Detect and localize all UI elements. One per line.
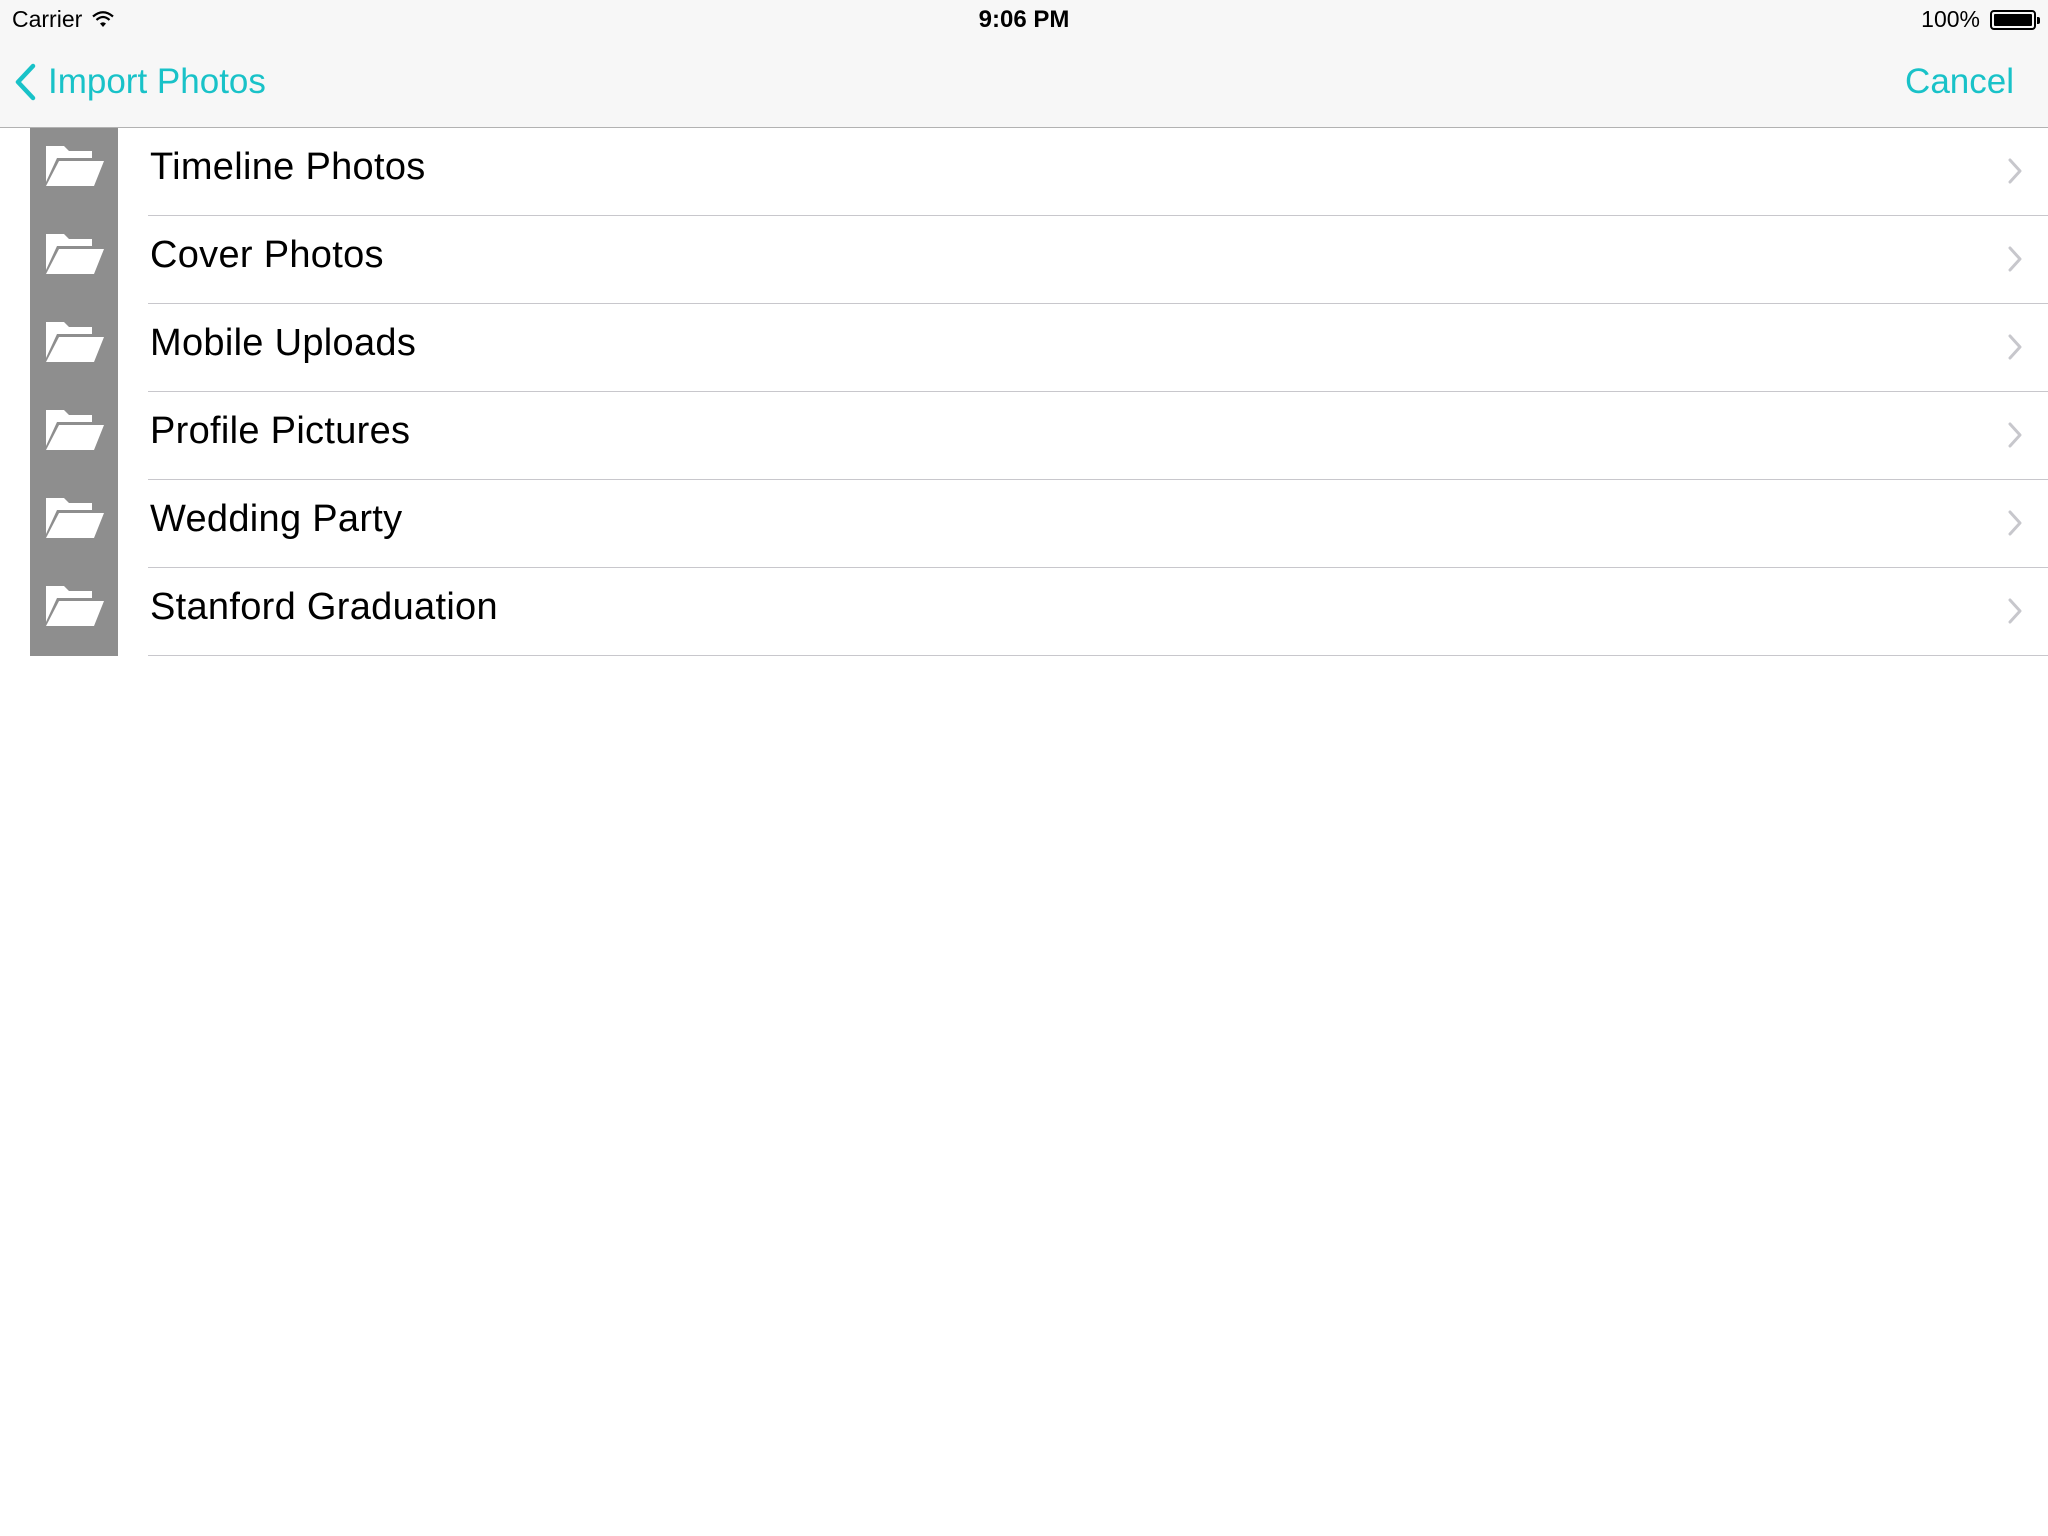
album-thumbnail — [30, 480, 118, 568]
navigation-bar: Import Photos Cancel — [0, 42, 2048, 128]
chevron-right-icon — [2008, 334, 2022, 360]
album-row-profile-pictures[interactable]: Profile Pictures — [0, 392, 2048, 480]
album-title: Stanford Graduation — [150, 586, 498, 628]
battery-percent: 100% — [1921, 6, 1980, 32]
album-thumbnail — [30, 392, 118, 480]
back-button-label: Import Photos — [48, 62, 266, 101]
album-title: Mobile Uploads — [150, 322, 417, 364]
album-thumbnail — [30, 568, 118, 656]
status-bar: Carrier 9:06 PM 100% — [0, 0, 2048, 42]
album-thumbnail — [30, 216, 118, 304]
chevron-right-icon — [2008, 246, 2022, 272]
battery-cap — [2037, 16, 2040, 24]
battery-icon — [1990, 9, 2040, 30]
album-title: Wedding Party — [150, 498, 403, 540]
album-row-mobile-uploads[interactable]: Mobile Uploads — [0, 304, 2048, 392]
album-list: Timeline Photos Cover Photos Mobile Uplo… — [0, 128, 2048, 656]
album-row-cover-photos[interactable]: Cover Photos — [0, 216, 2048, 304]
folder-open-icon — [46, 322, 104, 362]
chevron-right-icon — [2008, 422, 2022, 448]
folder-open-icon — [46, 586, 104, 626]
chevron-right-icon — [2008, 598, 2022, 624]
folder-open-icon — [46, 498, 104, 538]
chevron-right-icon — [2008, 510, 2022, 536]
album-title: Profile Pictures — [150, 410, 411, 452]
folder-open-icon — [46, 234, 104, 274]
album-thumbnail — [30, 128, 118, 216]
battery-fill — [1994, 13, 2032, 26]
album-title: Timeline Photos — [150, 146, 426, 188]
chevron-right-icon — [2008, 158, 2022, 184]
chevron-left-icon — [15, 63, 36, 101]
folder-open-icon — [46, 410, 104, 450]
folder-open-icon — [46, 146, 104, 186]
row-separator — [148, 655, 2048, 656]
album-title: Cover Photos — [150, 234, 384, 276]
back-button[interactable]: Import Photos — [14, 62, 266, 102]
cancel-button[interactable]: Cancel — [1905, 62, 2014, 102]
album-row-timeline-photos[interactable]: Timeline Photos — [0, 128, 2048, 216]
album-row-stanford-graduation[interactable]: Stanford Graduation — [0, 568, 2048, 656]
album-row-wedding-party[interactable]: Wedding Party — [0, 480, 2048, 568]
status-right: 100% — [1921, 6, 2040, 33]
album-thumbnail — [30, 304, 118, 392]
status-time: 9:06 PM — [978, 6, 1070, 33]
